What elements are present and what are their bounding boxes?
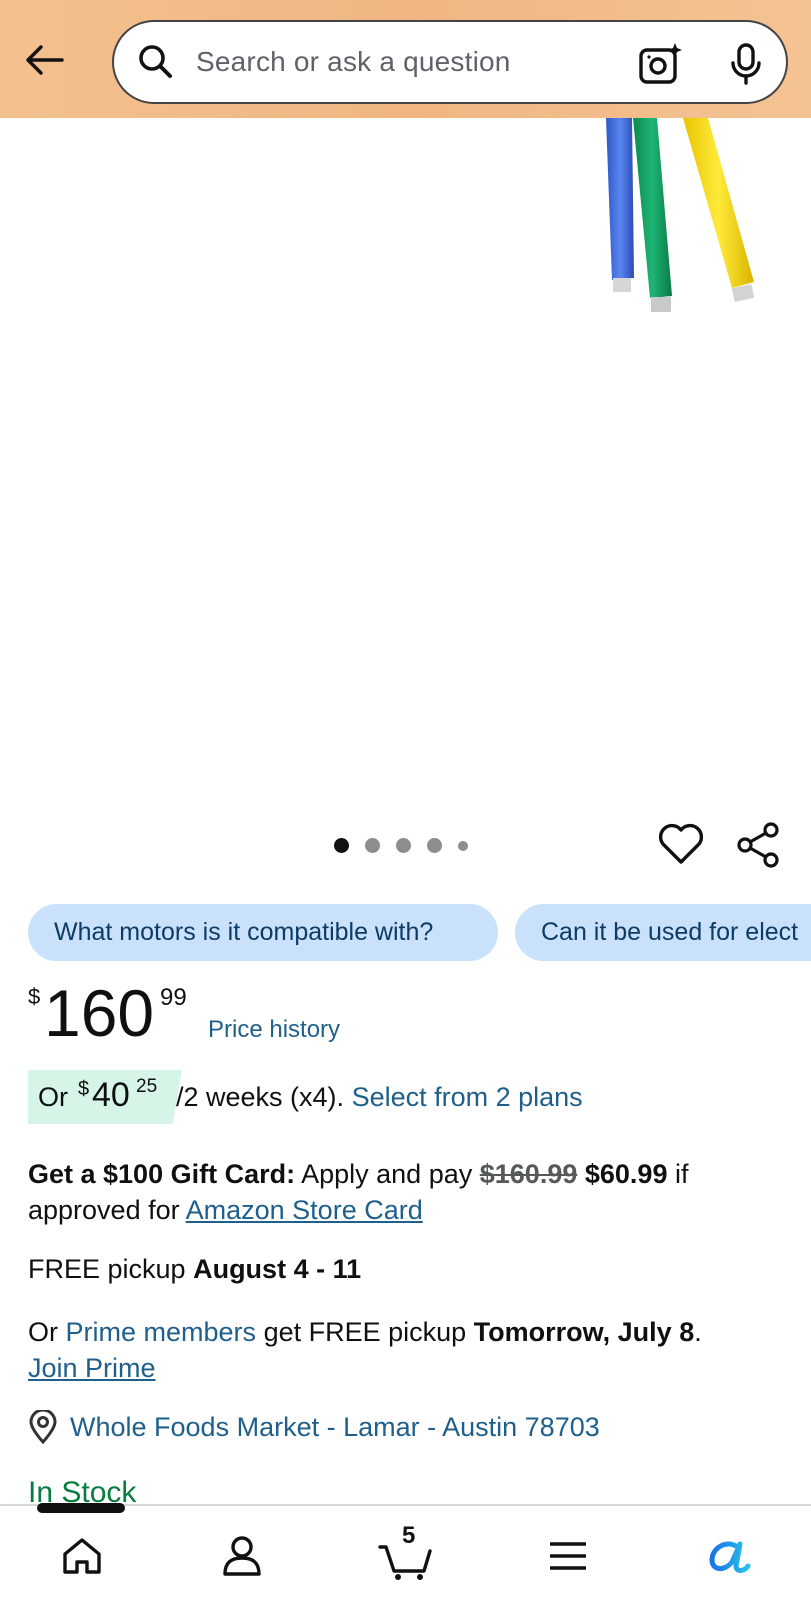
pickup-label: FREE pickup bbox=[28, 1254, 186, 1284]
microphone-icon[interactable] bbox=[728, 42, 764, 86]
pickup-info: FREE pickup August 4 - 11 bbox=[28, 1254, 361, 1285]
menu-icon bbox=[550, 1542, 586, 1570]
nav-home[interactable] bbox=[52, 1526, 112, 1586]
product-image-graphic bbox=[606, 118, 755, 312]
question-chip[interactable]: Can it be used for elect bbox=[515, 904, 811, 961]
installment-terms-text: /2 weeks (x4). bbox=[176, 1082, 345, 1112]
home-icon bbox=[63, 1538, 101, 1574]
store-location[interactable]: Whole Foods Market - Lamar - Austin 7870… bbox=[28, 1410, 600, 1444]
prime-pickup-info: Or Prime members get FREE pickup Tomorro… bbox=[28, 1314, 788, 1386]
gift-card-new-price: $60.99 bbox=[584, 1159, 668, 1189]
carousel-dot[interactable] bbox=[334, 838, 349, 853]
share-icon[interactable] bbox=[736, 822, 782, 868]
search-bar[interactable]: Search or ask a question bbox=[112, 20, 788, 104]
bottom-navigation: 5 bbox=[0, 1503, 811, 1602]
installment-currency: $ bbox=[78, 1078, 90, 1100]
top-header: Search or ask a question bbox=[0, 0, 811, 118]
question-chip[interactable]: What motors is it compatible with? bbox=[28, 904, 498, 961]
price-history-link[interactable]: Price history bbox=[208, 1016, 340, 1044]
nav-rufus[interactable] bbox=[700, 1526, 760, 1586]
camera-lens-icon[interactable] bbox=[638, 42, 684, 86]
gift-card-offer: Get a $100 Gift Card: Apply and pay $160… bbox=[28, 1156, 788, 1228]
carousel-dot[interactable] bbox=[396, 838, 411, 853]
carousel-dot[interactable] bbox=[458, 840, 468, 851]
installment-fraction: 25 bbox=[136, 1076, 158, 1097]
pickup-dates: August 4 - 11 bbox=[193, 1254, 362, 1284]
prime-members-link[interactable]: Prime members bbox=[66, 1317, 257, 1347]
nav-indicator bbox=[37, 1503, 125, 1513]
join-prime-link[interactable]: Join Prime bbox=[28, 1353, 156, 1383]
nav-account[interactable] bbox=[212, 1526, 272, 1586]
gift-card-old-price: $160.99 bbox=[479, 1159, 578, 1189]
search-icon bbox=[139, 45, 172, 78]
heart-icon[interactable] bbox=[658, 822, 704, 866]
rufus-icon bbox=[709, 1541, 751, 1573]
price-whole: 160 bbox=[44, 976, 155, 1050]
back-arrow-icon bbox=[26, 45, 64, 75]
price-fraction: 99 bbox=[160, 984, 187, 1011]
gift-card-text: Apply and pay bbox=[301, 1159, 473, 1189]
gift-card-title: Get a $100 Gift Card: bbox=[28, 1159, 296, 1189]
installment-terms: /2 weeks (x4). Select from 2 plans bbox=[176, 1082, 583, 1113]
prime-text: get FREE pickup bbox=[263, 1317, 467, 1347]
prime-date: Tomorrow, July 8 bbox=[473, 1317, 695, 1347]
installment-or: Or bbox=[38, 1082, 68, 1112]
carousel-dot[interactable] bbox=[427, 838, 442, 853]
installment-amount: 40 bbox=[92, 1076, 130, 1114]
product-image[interactable] bbox=[0, 118, 811, 818]
nav-menu[interactable] bbox=[538, 1526, 598, 1586]
cart-count: 5 bbox=[402, 1522, 416, 1549]
search-placeholder[interactable]: Search or ask a question bbox=[196, 46, 511, 78]
carousel-dot[interactable] bbox=[365, 838, 380, 853]
location-pin-icon bbox=[29, 1410, 57, 1444]
back-button[interactable] bbox=[20, 38, 68, 82]
account-icon bbox=[223, 1536, 261, 1576]
price-currency: $ bbox=[28, 984, 41, 1009]
amazon-store-card-link[interactable]: Amazon Store Card bbox=[186, 1195, 423, 1225]
prime-or: Or bbox=[28, 1317, 58, 1347]
select-plans-link[interactable]: Select from 2 plans bbox=[352, 1082, 583, 1112]
store-name[interactable]: Whole Foods Market - Lamar - Austin 7870… bbox=[70, 1412, 600, 1443]
image-carousel-indicator[interactable] bbox=[334, 838, 484, 853]
prime-period: . bbox=[694, 1317, 702, 1347]
nav-cart[interactable]: 5 bbox=[376, 1522, 436, 1586]
